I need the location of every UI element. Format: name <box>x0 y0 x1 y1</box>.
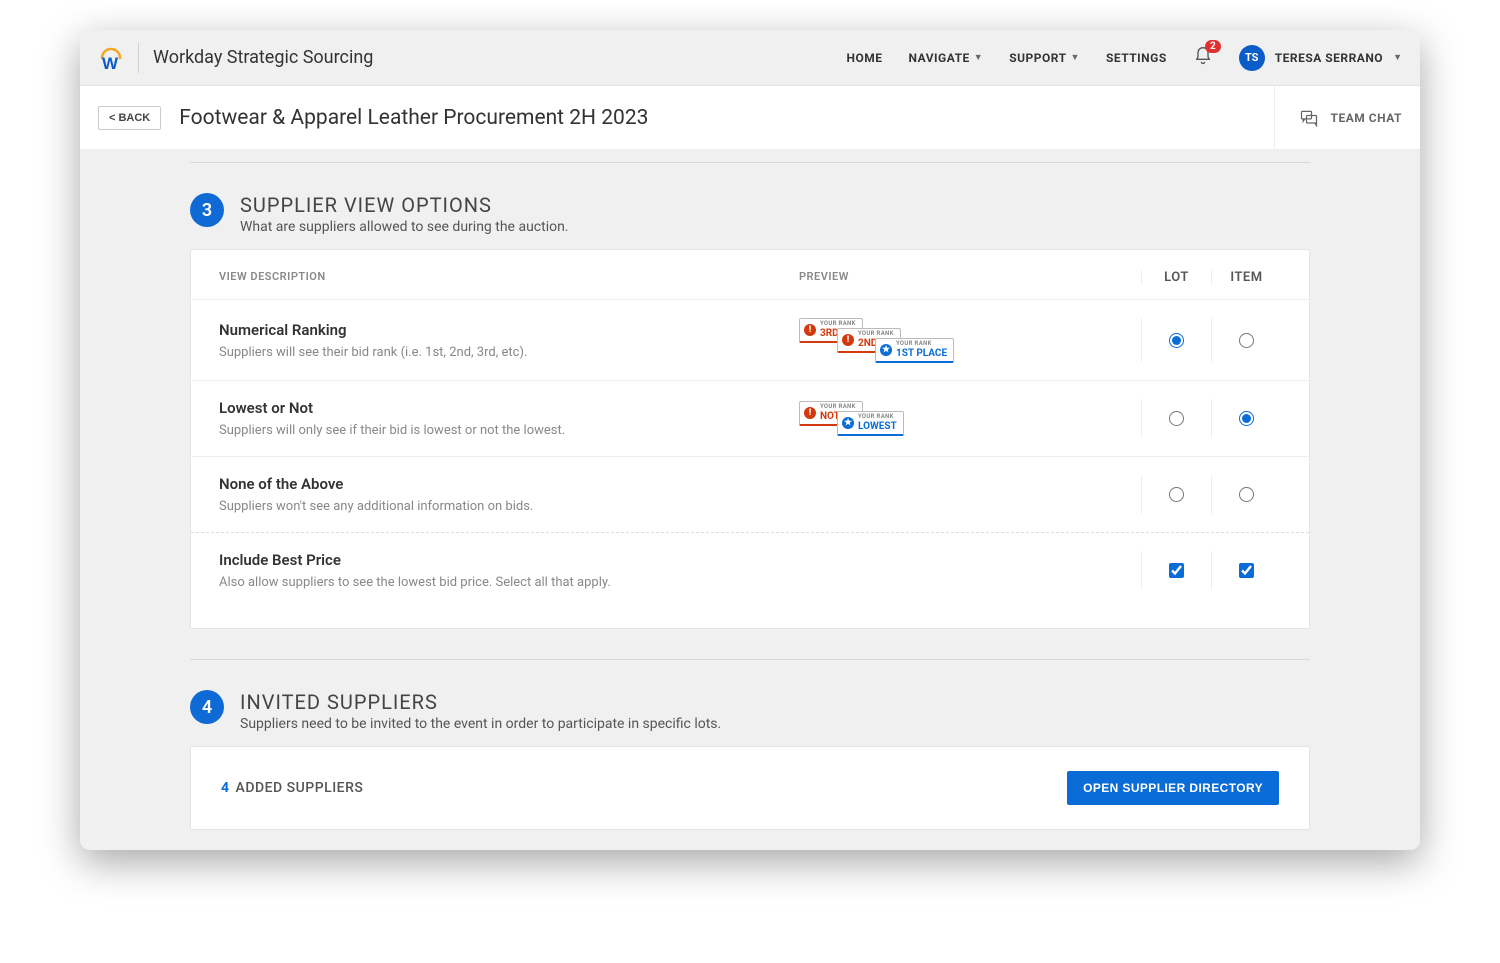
divider <box>190 659 1310 660</box>
svg-text:W: W <box>102 54 119 71</box>
team-chat-label: TEAM CHAT <box>1331 111 1402 125</box>
col-header-lot: LOT <box>1141 270 1211 285</box>
table-row: Include Best Price Also allow suppliers … <box>191 533 1309 608</box>
nav-navigate[interactable]: NAVIGATE ▼ <box>909 51 984 65</box>
nav-support-label: SUPPORT <box>1009 51 1066 65</box>
page-title: Footwear & Apparel Leather Procurement 2… <box>179 106 648 130</box>
row-title: Lowest or Not <box>219 399 799 417</box>
app-window: W Workday Strategic Sourcing HOME NAVIGA… <box>80 30 1420 850</box>
logo-area: W Workday Strategic Sourcing <box>98 43 373 73</box>
user-menu[interactable]: TS TERESA SERRANO ▼ <box>1239 45 1402 71</box>
table-row: Numerical Ranking Suppliers will see the… <box>191 300 1309 381</box>
step-number-3: 3 <box>190 193 224 227</box>
content-area: 3 SUPPLIER VIEW OPTIONS What are supplie… <box>80 150 1420 850</box>
radio-lot-lowest[interactable] <box>1169 411 1184 426</box>
supplier-view-card: VIEW DESCRIPTION PREVIEW LOT ITEM Numeri… <box>190 249 1310 629</box>
chevron-down-icon: ▼ <box>1071 52 1080 63</box>
back-button[interactable]: < BACK <box>98 106 161 130</box>
nav-home[interactable]: HOME <box>847 51 883 65</box>
brand-name: Workday Strategic Sourcing <box>153 47 373 68</box>
col-header-description: VIEW DESCRIPTION <box>219 270 799 285</box>
step-number-4: 4 <box>190 690 224 724</box>
section-4-subtitle: Suppliers need to be invited to the even… <box>240 716 721 732</box>
open-supplier-directory-button[interactable]: OPEN SUPPLIER DIRECTORY <box>1067 771 1279 805</box>
nav-settings[interactable]: SETTINGS <box>1106 51 1167 65</box>
row-desc: Suppliers will see their bid rank (i.e. … <box>219 345 799 360</box>
section-3-title: SUPPLIER VIEW OPTIONS <box>240 193 569 217</box>
section-3-header: 3 SUPPLIER VIEW OPTIONS What are supplie… <box>190 193 1310 235</box>
avatar: TS <box>1239 45 1265 71</box>
section-3-subtitle: What are suppliers allowed to see during… <box>240 219 569 235</box>
checkbox-lot-bestprice[interactable] <box>1169 563 1184 578</box>
section-4-title: INVITED SUPPLIERS <box>240 690 721 714</box>
radio-lot-none[interactable] <box>1169 487 1184 502</box>
preview-lowest-or-not: !YOUR RANKNOT ★YOUR RANKLOWEST <box>799 401 949 437</box>
added-count-number: 4 <box>221 780 230 796</box>
chevron-down-icon: ▼ <box>1393 52 1402 63</box>
added-count-label: ADDED SUPPLIERS <box>236 780 364 796</box>
team-chat-button[interactable]: TEAM CHAT <box>1274 86 1402 149</box>
chat-icon <box>1299 108 1319 128</box>
radio-item-numerical[interactable] <box>1239 333 1254 348</box>
chevron-down-icon: ▼ <box>974 52 983 63</box>
row-title: Numerical Ranking <box>219 321 799 339</box>
section-4-header: 4 INVITED SUPPLIERS Suppliers need to be… <box>190 690 1310 732</box>
divider <box>190 162 1310 163</box>
radio-lot-numerical[interactable] <box>1169 333 1184 348</box>
checkbox-item-bestprice[interactable] <box>1239 563 1254 578</box>
nav-home-label: HOME <box>847 51 883 65</box>
row-desc: Also allow suppliers to see the lowest b… <box>219 575 799 590</box>
nav-settings-label: SETTINGS <box>1106 51 1167 65</box>
invited-suppliers-card: 4 ADDED SUPPLIERS OPEN SUPPLIER DIRECTORY <box>190 746 1310 830</box>
nav-navigate-label: NAVIGATE <box>909 51 970 65</box>
col-header-item: ITEM <box>1211 270 1281 285</box>
notifications-button[interactable]: 2 <box>1193 46 1213 70</box>
added-suppliers-count: 4 ADDED SUPPLIERS <box>221 780 363 796</box>
nav-links: HOME NAVIGATE ▼ SUPPORT ▼ SETTINGS 2 TS TE… <box>847 45 1402 71</box>
divider <box>138 43 139 73</box>
row-title: None of the Above <box>219 475 799 493</box>
row-title: Include Best Price <box>219 551 799 569</box>
subheader: < BACK Footwear & Apparel Leather Procur… <box>80 86 1420 150</box>
table-row: None of the Above Suppliers won't see an… <box>191 457 1309 533</box>
row-desc: Suppliers won't see any additional infor… <box>219 499 799 514</box>
workday-logo-icon: W <box>98 45 124 71</box>
table-header: VIEW DESCRIPTION PREVIEW LOT ITEM <box>191 250 1309 300</box>
row-desc: Suppliers will only see if their bid is … <box>219 423 799 438</box>
table-row: Lowest or Not Suppliers will only see if… <box>191 381 1309 457</box>
user-name: TERESA SERRANO <box>1275 51 1383 65</box>
radio-item-lowest[interactable] <box>1239 411 1254 426</box>
top-nav: W Workday Strategic Sourcing HOME NAVIGA… <box>80 30 1420 86</box>
preview-numerical-ranking: !YOUR RANK3RD !YOUR RANK2ND ★YOUR RANK1S… <box>799 318 979 362</box>
notification-badge: 2 <box>1205 40 1221 53</box>
nav-support[interactable]: SUPPORT ▼ <box>1009 51 1080 65</box>
col-header-preview: PREVIEW <box>799 270 1141 285</box>
radio-item-none[interactable] <box>1239 487 1254 502</box>
